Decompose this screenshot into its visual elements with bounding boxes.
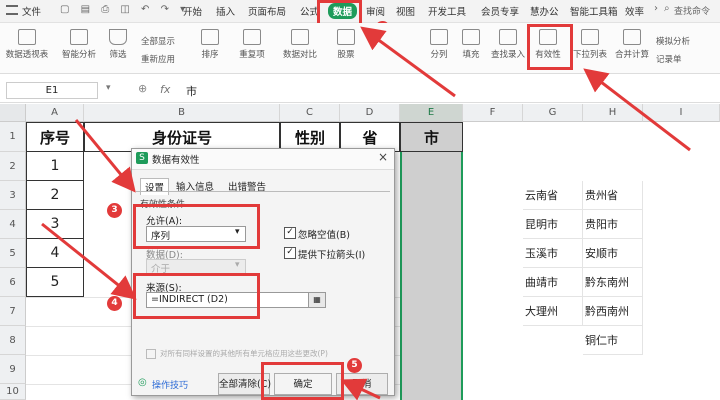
annotation-arrows (41, 26, 691, 400)
arrow-step4 (41, 222, 137, 300)
arrow-step2 (583, 68, 691, 152)
arrow-step1 (360, 26, 456, 98)
arrow-step3 (74, 119, 136, 193)
arrow-step5 (340, 378, 381, 400)
